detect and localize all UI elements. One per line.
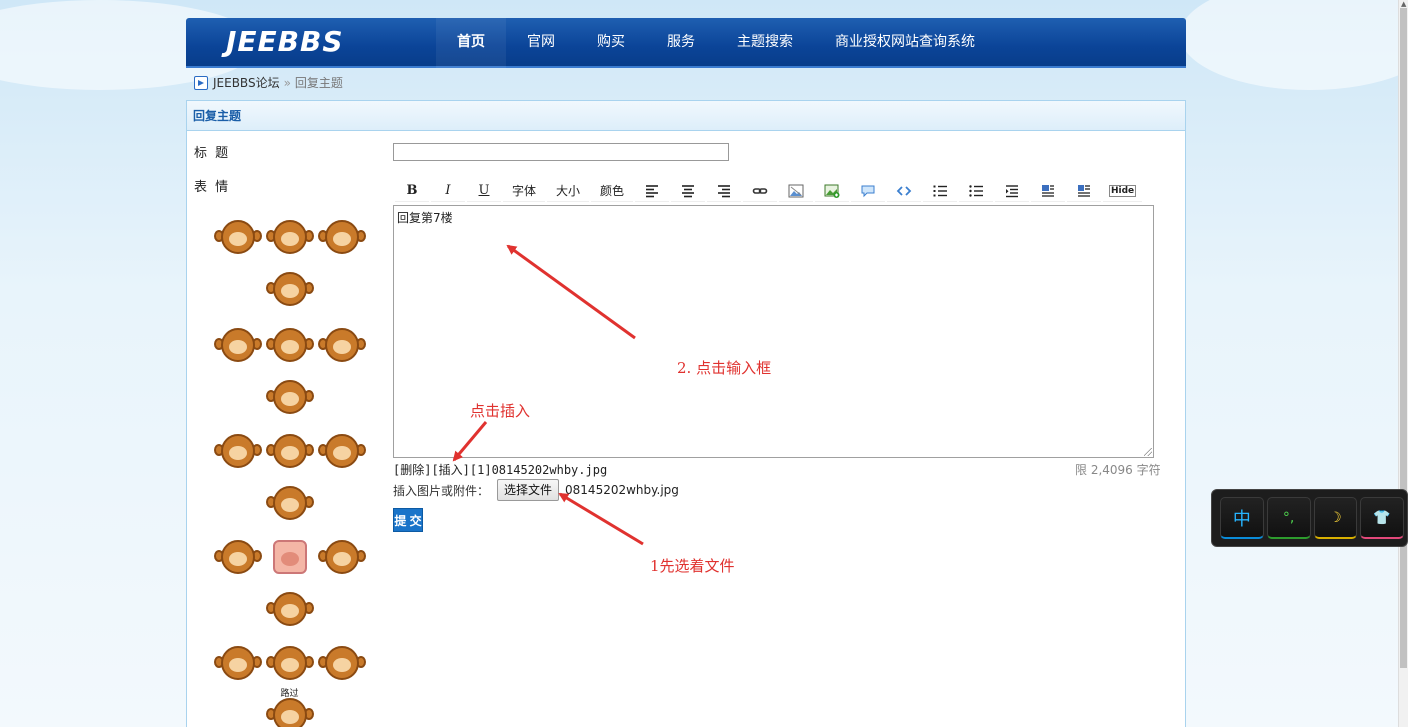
emoji-monkey-cry[interactable] bbox=[213, 212, 263, 262]
quote-icon[interactable] bbox=[851, 180, 885, 202]
link-icon[interactable] bbox=[743, 180, 777, 202]
unordered-list-icon[interactable] bbox=[959, 180, 993, 202]
annotation-select-file: 1先选着文件 bbox=[650, 557, 735, 575]
selected-file-name: 08145202whby.jpg bbox=[565, 483, 679, 497]
annotation-click-insert: 点击插入 bbox=[470, 402, 531, 420]
title-input[interactable] bbox=[393, 143, 729, 161]
emoji-monkey-scooter[interactable] bbox=[265, 478, 315, 528]
emoji-monkey-sad[interactable] bbox=[265, 426, 315, 476]
nav-menu: 首页 官网 购买 服务 主题搜索 商业授权网站查询系统 bbox=[436, 18, 996, 68]
float-right-icon[interactable] bbox=[1067, 180, 1101, 202]
insert-image-icon[interactable] bbox=[815, 180, 849, 202]
resize-handle-icon[interactable] bbox=[1144, 448, 1152, 456]
emoji-monkey-swim[interactable] bbox=[317, 532, 367, 582]
submit-button[interactable]: 提 交 bbox=[393, 508, 423, 532]
breadcrumb: JEEBBS论坛 » 回复主题 bbox=[186, 68, 1186, 98]
annotation-click-input: 2. 点击输入框 bbox=[677, 359, 772, 377]
scroll-up-icon[interactable]: ▲ bbox=[1401, 0, 1406, 8]
emoji-monkey-passby[interactable]: 路过 bbox=[265, 689, 315, 727]
size-button[interactable]: 大小 bbox=[547, 180, 589, 202]
emoji-caption: 路过 bbox=[280, 689, 299, 699]
attachment-line[interactable]: [删除][插入][1]08145202whby.jpg bbox=[393, 461, 607, 478]
emoji-monkey-bigeyes[interactable] bbox=[317, 638, 367, 688]
font-button[interactable]: 字体 bbox=[503, 180, 545, 202]
choose-file-button[interactable]: 选择文件 bbox=[497, 479, 560, 501]
color-button[interactable]: 颜色 bbox=[591, 180, 633, 202]
underline-button[interactable]: U bbox=[467, 180, 501, 202]
page-scrollbar[interactable]: ▲ bbox=[1398, 0, 1408, 727]
nav-item-home[interactable]: 首页 bbox=[436, 18, 506, 68]
code-icon[interactable] bbox=[887, 180, 921, 202]
arrow-right-icon bbox=[194, 76, 208, 90]
bold-button[interactable]: B bbox=[395, 180, 429, 202]
page-container: JEEBBS 首页 官网 购买 服务 主题搜索 商业授权网站查询系统 JEEBB… bbox=[186, 18, 1186, 727]
file-upload-row: 插入图片或附件： 选择文件 08145202whby.jpg bbox=[393, 479, 679, 501]
align-center-icon[interactable] bbox=[671, 180, 705, 202]
emoji-monkey-fire[interactable] bbox=[265, 584, 315, 634]
float-left-icon[interactable] bbox=[1031, 180, 1065, 202]
char-limit: 限 2,4096 字符 bbox=[1075, 463, 1161, 477]
reply-panel: 回复主题 标 题 表 情 路过 B I U 字体 大小 颜色 Hide 回复第7… bbox=[186, 100, 1186, 727]
moon-icon[interactable]: ☽ bbox=[1313, 497, 1358, 539]
nav-item-license-query[interactable]: 商业授权网站查询系统 bbox=[814, 18, 996, 68]
emoji-monkey-wink[interactable] bbox=[213, 532, 263, 582]
italic-button[interactable]: I bbox=[431, 180, 465, 202]
skin-icon[interactable]: 👕 bbox=[1360, 497, 1404, 539]
indent-icon[interactable] bbox=[995, 180, 1029, 202]
nav-item-buy[interactable]: 购买 bbox=[576, 18, 646, 68]
ime-toolbar: 中 °, ☽ 👕 bbox=[1211, 489, 1408, 547]
emoji-monkey-cool[interactable] bbox=[317, 212, 367, 262]
emoji-grid: 路过 bbox=[207, 211, 372, 727]
emoji-monkey-back[interactable] bbox=[213, 426, 263, 476]
emoji-pig-nose[interactable] bbox=[265, 532, 315, 582]
background-cloud bbox=[1180, 0, 1408, 90]
title-label: 标 题 bbox=[194, 146, 231, 161]
hide-button[interactable]: Hide bbox=[1103, 180, 1143, 202]
emoji-label: 表 情 bbox=[194, 180, 231, 195]
top-navigation: JEEBBS 首页 官网 购买 服务 主题搜索 商业授权网站查询系统 bbox=[186, 18, 1186, 68]
editor-content: 回复第7楼 bbox=[397, 211, 453, 225]
editor-toolbar: B I U 字体 大小 颜色 Hide bbox=[395, 180, 1144, 202]
panel-title: 回复主题 bbox=[187, 101, 1185, 131]
emoji-monkey-brush[interactable] bbox=[317, 320, 367, 370]
nav-item-topic-search[interactable]: 主题搜索 bbox=[716, 18, 814, 68]
breadcrumb-separator: » bbox=[283, 76, 291, 90]
emoji-monkey-phone[interactable] bbox=[317, 426, 367, 476]
emoji-monkey-eat[interactable] bbox=[265, 320, 315, 370]
ordered-list-icon[interactable] bbox=[923, 180, 957, 202]
emoji-monkey-shy[interactable] bbox=[265, 212, 315, 262]
image-icon[interactable] bbox=[779, 180, 813, 202]
emoji-monkey-shock[interactable] bbox=[265, 264, 315, 314]
emoji-monkey-flower[interactable] bbox=[213, 638, 263, 688]
scrollbar-thumb[interactable] bbox=[1400, 8, 1407, 668]
emoji-monkey-speechless[interactable] bbox=[265, 638, 315, 688]
breadcrumb-home[interactable]: JEEBBS论坛 bbox=[213, 68, 280, 98]
nav-item-official[interactable]: 官网 bbox=[506, 18, 576, 68]
breadcrumb-current: 回复主题 bbox=[294, 76, 343, 90]
ime-chinese-toggle[interactable]: 中 bbox=[1220, 497, 1264, 539]
hide-label: Hide bbox=[1109, 184, 1137, 197]
emoji-monkey-love[interactable] bbox=[213, 320, 263, 370]
emoji-monkey-grin[interactable] bbox=[265, 372, 315, 422]
ime-punctuation-toggle[interactable]: °, bbox=[1266, 497, 1311, 539]
align-right-icon[interactable] bbox=[707, 180, 741, 202]
nav-item-service[interactable]: 服务 bbox=[646, 18, 716, 68]
align-left-icon[interactable] bbox=[635, 180, 669, 202]
site-logo[interactable]: JEEBBS bbox=[226, 25, 344, 58]
file-label: 插入图片或附件： bbox=[393, 483, 490, 498]
